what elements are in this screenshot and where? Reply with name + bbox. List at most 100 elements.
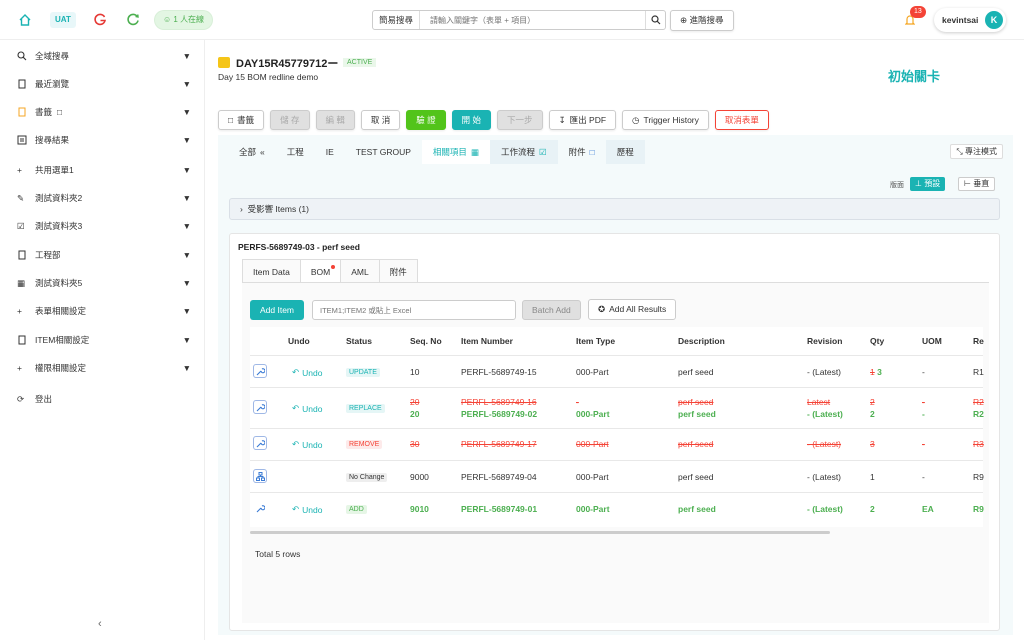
cancel-button[interactable]: 取 消: [360, 110, 401, 130]
tab-engineering[interactable]: 工程: [276, 140, 315, 164]
tab-attachments[interactable]: 附件 □: [558, 140, 606, 164]
home-icon[interactable]: [17, 12, 33, 28]
sidebar-item-engineering[interactable]: 工程部 ▼: [0, 245, 205, 265]
hierarchy-icon[interactable]: [253, 469, 267, 483]
subtab-aml[interactable]: AML: [340, 259, 380, 282]
save-button[interactable]: 儲 存: [270, 110, 310, 130]
col-qty[interactable]: Qty: [870, 327, 884, 355]
add-item-button[interactable]: Add Item: [250, 300, 305, 320]
sidebar-item-permission-settings[interactable]: + 權限相關設定 ▼: [0, 358, 205, 378]
refresh-icon[interactable]: [125, 12, 141, 28]
search-input[interactable]: [420, 15, 645, 25]
col-revision[interactable]: Revision: [807, 327, 842, 355]
online-users-badge: ☺ 1 人在線: [155, 11, 213, 29]
layout-vertical-button[interactable]: ⊢ 垂直: [958, 177, 996, 191]
col-undo[interactable]: Undo: [288, 327, 310, 355]
bom-table: Undo Status Seq. No Item Number Item Typ…: [250, 327, 984, 527]
sidebar-item-search-results[interactable]: 搜尋結果 ▼: [0, 130, 205, 150]
chevron-down-icon[interactable]: ▼: [183, 363, 191, 373]
chevron-down-icon[interactable]: ▼: [183, 165, 191, 175]
subtab-attachments[interactable]: 附件: [378, 259, 418, 282]
tab-all[interactable]: 全部 «: [228, 140, 276, 164]
wrench-icon[interactable]: [253, 436, 267, 450]
env-badge: UAT: [50, 12, 76, 28]
wrench-icon[interactable]: [253, 400, 267, 414]
trigger-history-button[interactable]: ◷ Trigger History: [622, 110, 709, 130]
sidebar-item-recent[interactable]: 最近瀏覽 ▼: [0, 74, 205, 94]
search-icon[interactable]: [645, 11, 665, 29]
chevron-down-icon[interactable]: ▼: [183, 306, 191, 316]
layout-default-button[interactable]: ⊥ 預設: [910, 177, 946, 191]
sidebar-item-global-search[interactable]: 全域搜尋 ▼: [0, 46, 205, 66]
revision-new: - (Latest): [807, 409, 843, 419]
chevron-down-icon[interactable]: ▼: [183, 278, 191, 288]
export-pdf-button[interactable]: ↧ 匯出 PDF: [548, 110, 617, 130]
wrench-icon[interactable]: [253, 364, 267, 378]
collapse-sidebar-icon[interactable]: ‹: [98, 618, 102, 630]
sidebar-item-test-folder-5[interactable]: ▦ 測試資料夾5 ▼: [0, 273, 205, 293]
description: perf seed: [678, 439, 714, 449]
undo-button[interactable]: ↶ Undo: [292, 504, 322, 515]
wrench-icon[interactable]: [253, 501, 267, 515]
subtab-bom[interactable]: BOM: [299, 259, 342, 282]
undo-button[interactable]: ↶ Undo: [292, 403, 322, 414]
col-seq-no[interactable]: Seq. No: [410, 327, 442, 355]
tab-related-items[interactable]: 相關項目 ▦: [421, 140, 490, 164]
status-badge: UPDATE: [346, 366, 380, 377]
sidebar-item-test-folder-2[interactable]: ✎ 測試資料夾2 ▼: [0, 188, 205, 208]
chevron-down-icon[interactable]: ▼: [183, 135, 191, 145]
ref-old: R2: [973, 397, 984, 407]
start-button[interactable]: 開 始: [451, 110, 492, 130]
bookmark-button[interactable]: □ 書籤: [218, 110, 265, 130]
affected-items-collapse[interactable]: › 受影響 Items (1): [229, 198, 1000, 220]
chevron-down-icon[interactable]: ▼: [183, 51, 191, 61]
tab-test-group[interactable]: TEST GROUP: [345, 140, 422, 164]
col-uom[interactable]: UOM: [922, 327, 942, 355]
item-subtabs: Item Data BOM AML 附件: [242, 259, 989, 283]
tab-workflow[interactable]: 工作流程 ☑: [489, 140, 558, 164]
sidebar-item-form-settings[interactable]: + 表單相關設定 ▼: [0, 301, 205, 321]
horizontal-scrollbar[interactable]: [250, 531, 830, 534]
cancel-form-button[interactable]: 取消表單: [714, 110, 769, 130]
status-badge: ACTIVE: [343, 58, 377, 67]
next-step-button[interactable]: 下一步: [497, 110, 543, 130]
batch-add-button[interactable]: Batch Add: [522, 300, 581, 320]
col-status[interactable]: Status: [346, 327, 372, 355]
chevron-down-icon[interactable]: ▼: [183, 335, 191, 345]
status-badge: No Change: [346, 471, 388, 482]
search-mode-select[interactable]: 簡易搜尋: [373, 11, 421, 29]
ref: R9: [973, 504, 984, 514]
revision: - (Latest): [807, 367, 842, 377]
advanced-search-button[interactable]: ⊕ 進階搜尋: [670, 10, 734, 31]
tab-history[interactable]: 歷程: [605, 140, 645, 164]
sidebar-item-test-folder-3[interactable]: ☑ 測試資料夾3 ▼: [0, 216, 205, 236]
sidebar-item-shared-menu[interactable]: + 共用選單1 ▼: [0, 160, 205, 180]
undo-button[interactable]: ↶ Undo: [292, 439, 322, 450]
tab-bar: 全部 « 工程 IE TEST GROUP 相關項目 ▦ 工作流程 ☑ 附件 □ 歷程: [228, 140, 645, 164]
sidebar-item-logout[interactable]: ⟳ 登出: [0, 389, 205, 409]
batch-input[interactable]: [312, 300, 516, 320]
add-all-results-button[interactable]: ✪ Add All Results: [588, 299, 677, 320]
seq-no: 30: [410, 439, 420, 449]
sidebar-item-item-settings[interactable]: ITEM相關設定 ▼: [0, 330, 205, 350]
col-item-type[interactable]: Item Type: [576, 327, 615, 355]
verify-button[interactable]: 驗 證: [406, 110, 446, 130]
user-menu[interactable]: kevintsai K: [934, 8, 1006, 32]
chevron-down-icon[interactable]: ▼: [183, 221, 191, 231]
sidebar-item-bookmarks[interactable]: 書籤 □ ▼: [0, 102, 205, 122]
tab-ie[interactable]: IE: [315, 140, 345, 164]
google-logo-icon[interactable]: [92, 12, 108, 28]
col-ref[interactable]: Re: [973, 327, 984, 355]
subtab-item-data[interactable]: Item Data: [242, 259, 301, 282]
chevron-down-icon[interactable]: ▼: [183, 250, 191, 260]
chevron-down-icon[interactable]: ▼: [183, 193, 191, 203]
edit-button[interactable]: 編 輯: [315, 110, 355, 130]
double-chevron-left-icon[interactable]: «: [260, 140, 265, 164]
col-description[interactable]: Description: [678, 327, 725, 355]
focus-mode-button[interactable]: ⤡ 專注模式: [950, 144, 1003, 159]
action-toolbar: □ 書籤 儲 存 編 輯 取 消 驗 證 開 始 下一步 ↧ 匯出 PDF ◷ Tri…: [218, 110, 769, 130]
undo-button[interactable]: ↶ Undo: [292, 367, 322, 378]
chevron-down-icon[interactable]: ▼: [183, 107, 191, 117]
col-item-number[interactable]: Item Number: [461, 327, 513, 355]
chevron-down-icon[interactable]: ▼: [183, 79, 191, 89]
